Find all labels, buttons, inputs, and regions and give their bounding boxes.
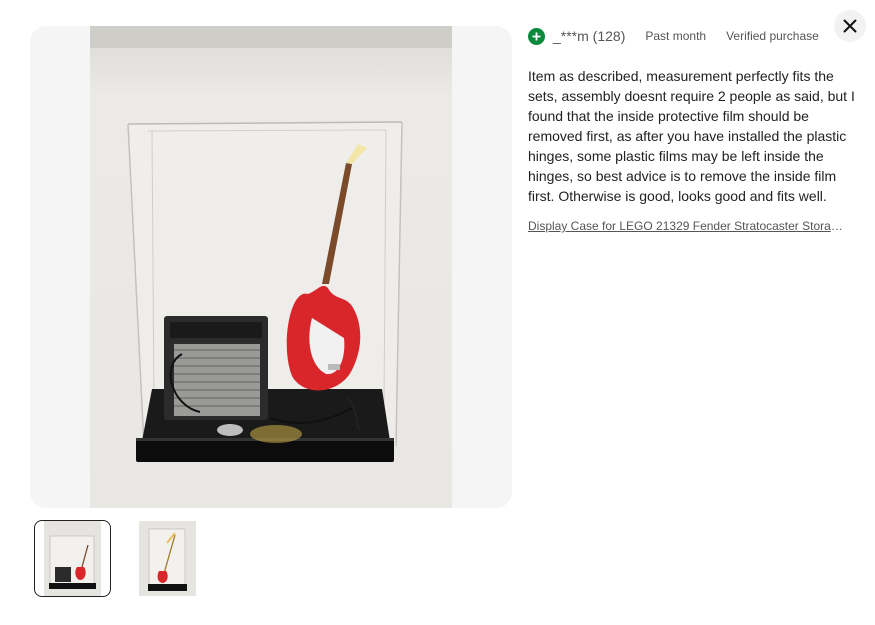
product-link[interactable]: Display Case for LEGO 21329 Fender Strat… bbox=[528, 219, 846, 233]
thumbnail-strip bbox=[34, 520, 206, 597]
image-viewer bbox=[30, 26, 512, 508]
verified-badge: Verified purchase bbox=[726, 29, 819, 43]
reviewer-name[interactable]: _***m (128) bbox=[553, 28, 625, 44]
review-text: Item as described, measurement perfectly… bbox=[528, 68, 855, 204]
review-panel: _***m (128) Past month Verified purchase… bbox=[528, 24, 858, 233]
thumbnail-1[interactable] bbox=[34, 520, 111, 597]
review-date: Past month bbox=[645, 29, 707, 43]
thumbnail-2-image bbox=[139, 521, 196, 596]
plus-circle-icon bbox=[528, 27, 545, 45]
close-icon bbox=[843, 19, 857, 33]
close-button[interactable] bbox=[834, 10, 866, 42]
thumbnail-2[interactable] bbox=[129, 520, 206, 597]
review-photo bbox=[90, 26, 452, 508]
thumbnail-1-image bbox=[44, 521, 101, 596]
review-meta: _***m (128) Past month Verified purchase bbox=[528, 24, 858, 48]
